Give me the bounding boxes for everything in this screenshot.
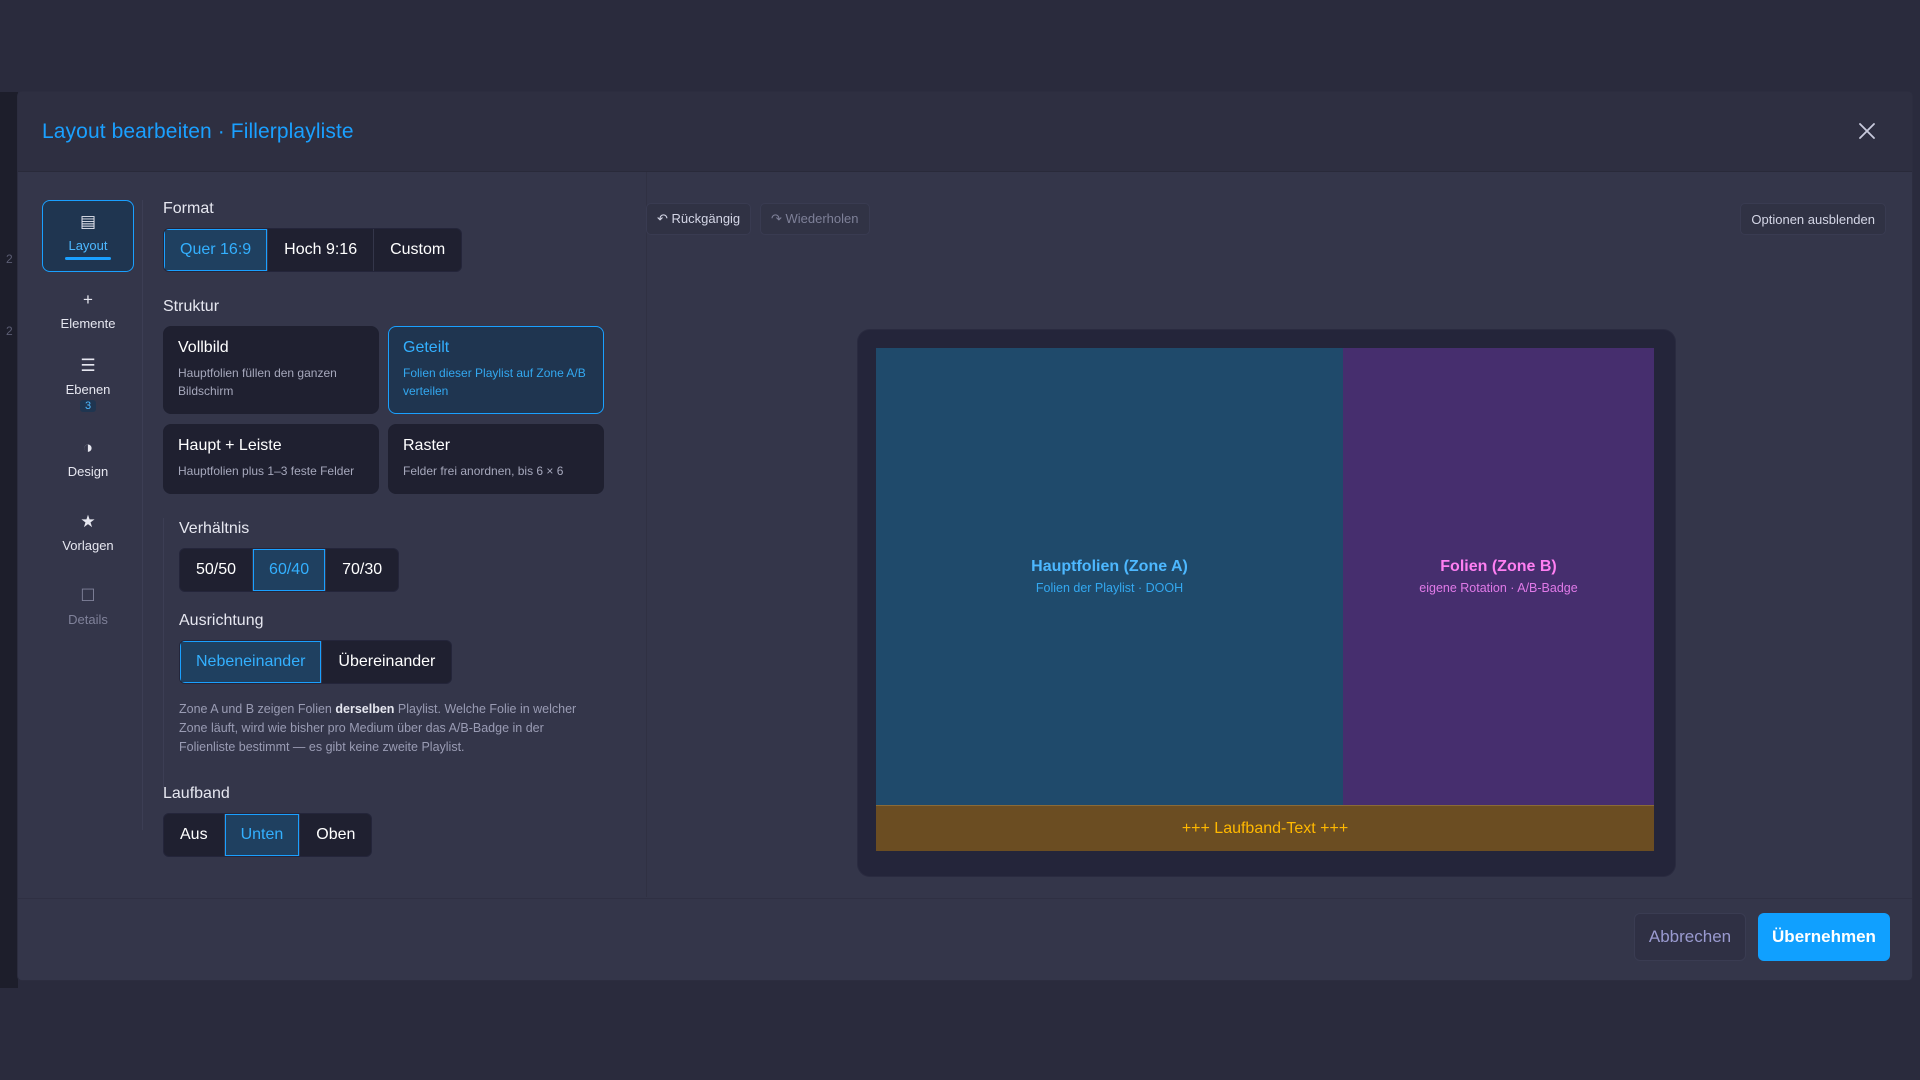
split-hint: Zone A und B zeigen Folien derselben Pla… <box>179 700 599 757</box>
zone-a-preview[interactable]: Hauptfolien (Zone A) Folien der Playlist… <box>876 348 1343 805</box>
orientation-selector: Nebeneinander Übereinander <box>179 640 453 684</box>
card-description: Felder frei anordnen, bis 6 × 6 <box>403 464 564 478</box>
format-selector: Quer 16:9 Hoch 9:16 Custom <box>163 228 463 272</box>
card-title: Vollbild <box>178 339 229 356</box>
ticker-option-bottom[interactable]: Unten <box>224 814 301 856</box>
rail-item-label: Ebenen <box>65 382 111 397</box>
rail-item-elements[interactable]: + Elemente <box>42 274 134 346</box>
side-rail: ▤ Layout + Elemente ☰ Ebenen 3 ◑ Design … <box>42 200 136 644</box>
split-options: Verhältnis 50/50 60/40 70/30 Ausrichtung… <box>163 518 633 788</box>
background-app-strip: 2 2 <box>0 92 18 988</box>
orientation-option-side-by-side[interactable]: Nebeneinander <box>180 641 323 683</box>
structure-cards: Vollbild Hauptfolien füllen den ganzen B… <box>163 326 633 494</box>
hide-options-button[interactable]: Optionen ausblenden <box>1740 203 1886 235</box>
zone-a-title: Hauptfolien (Zone A) <box>1031 558 1188 575</box>
layout-icon: ▤ <box>79 212 97 231</box>
zone-a-subtitle: Folien der Playlist · DOOH <box>1035 581 1184 595</box>
card-description: Folien dieser Playlist auf Zone A/B vert… <box>403 366 586 398</box>
structure-card-main-bar[interactable]: Haupt + Leiste Hauptfolien plus 1–3 fest… <box>163 424 379 494</box>
contrast-icon: ◑ <box>82 437 94 457</box>
structure-card-grid[interactable]: Raster Felder frei anordnen, bis 6 × 6 <box>388 424 604 494</box>
layout-editor-dialog: Layout bearbeiten · Fillerplayliste ▤ La… <box>18 92 1912 980</box>
hint-emphasis: derselben <box>335 702 395 716</box>
dialog-footer: Abbrechen Übernehmen <box>18 898 1912 980</box>
layout-settings: Format Quer 16:9 Hoch 9:16 Custom Strukt… <box>163 200 633 857</box>
rail-item-label: Layout <box>68 238 108 253</box>
ticker-option-off[interactable]: Aus <box>164 814 225 856</box>
structure-card-fullscreen[interactable]: Vollbild Hauptfolien füllen den ganzen B… <box>163 326 379 414</box>
rail-item-label: Design <box>67 463 109 479</box>
zone-b-title: Folien (Zone B) <box>1440 558 1557 575</box>
ratio-option-70-30[interactable]: 70/30 <box>326 549 398 591</box>
ticker-label: Laufband <box>163 785 230 802</box>
zone-b-subtitle: eigene Rotation · A/B-Badge <box>1419 581 1578 595</box>
rail-item-label: Vorlagen <box>62 537 114 553</box>
format-option-custom[interactable]: Custom <box>374 229 461 271</box>
format-option-landscape[interactable]: Quer 16:9 <box>164 229 269 271</box>
layout-preview-frame: Hauptfolien (Zone A) Folien der Playlist… <box>858 330 1675 876</box>
star-icon: ★ <box>80 511 96 531</box>
structure-label: Struktur <box>163 298 220 315</box>
card-title: Haupt + Leiste <box>178 437 282 454</box>
layers-icon: ☰ <box>80 356 96 375</box>
active-indicator <box>65 257 111 260</box>
ratio-label: Verhältnis <box>179 520 250 537</box>
cancel-button[interactable]: Abbrechen <box>1634 913 1746 961</box>
undo-button[interactable]: ↶ Rückgängig <box>646 203 752 235</box>
orientation-label: Ausrichtung <box>179 612 264 629</box>
rail-item-label: Elemente <box>60 315 116 331</box>
redo-button[interactable]: ↷ Wiederholen <box>760 203 870 235</box>
rail-divider <box>142 200 143 830</box>
orientation-option-stacked[interactable]: Übereinander <box>322 641 451 683</box>
ratio-option-50-50[interactable]: 50/50 <box>180 549 254 591</box>
ratio-selector: 50/50 60/40 70/30 <box>179 548 400 592</box>
close-icon <box>1859 123 1875 139</box>
format-option-portrait[interactable]: Hoch 9:16 <box>268 229 375 271</box>
background-overlay <box>0 988 1920 1080</box>
layer-count-badge: 3 <box>79 400 97 412</box>
format-label: Format <box>163 200 214 217</box>
square-icon: ☐ <box>80 585 96 605</box>
ticker-selector: Aus Unten Oben <box>163 813 373 857</box>
rail-item-label: Details <box>68 611 108 627</box>
plus-icon: + <box>83 289 93 309</box>
apply-button[interactable]: Übernehmen <box>1758 913 1890 961</box>
hint-text: Zone A und B zeigen Folien <box>179 702 336 716</box>
card-description: Hauptfolien füllen den ganzen Bildschirm <box>178 366 337 398</box>
ticker-preview[interactable]: +++ Laufband-Text +++ <box>876 805 1654 851</box>
ratio-option-60-40[interactable]: 60/40 <box>253 549 327 591</box>
rail-item-design[interactable]: ◑ Design <box>42 422 134 494</box>
dialog-body: ▤ Layout + Elemente ☰ Ebenen 3 ◑ Design … <box>18 172 1912 897</box>
panel-divider <box>646 172 647 897</box>
background-mark: 2 <box>6 324 13 338</box>
rail-item-templates[interactable]: ★ Vorlagen <box>42 496 134 568</box>
dialog-title: Layout bearbeiten · Fillerplayliste <box>42 119 354 143</box>
zone-b-preview[interactable]: Folien (Zone B) eigene Rotation · A/B-Ba… <box>1343 348 1654 805</box>
card-title: Raster <box>403 437 451 454</box>
card-title: Geteilt <box>403 339 450 356</box>
structure-card-split[interactable]: Geteilt Folien dieser Playlist auf Zone … <box>388 326 604 414</box>
rail-item-layout[interactable]: ▤ Layout <box>42 200 134 272</box>
dialog-header: Layout bearbeiten · Fillerplayliste <box>18 92 1912 172</box>
rail-item-details[interactable]: ☐ Details <box>42 570 134 642</box>
ticker-option-top[interactable]: Oben <box>300 814 371 856</box>
card-description: Hauptfolien plus 1–3 feste Felder <box>178 464 355 478</box>
close-button[interactable] <box>1854 118 1880 144</box>
rail-item-layers[interactable]: ☰ Ebenen 3 <box>42 348 134 420</box>
split-options-guide <box>163 518 164 788</box>
background-mark: 2 <box>6 252 13 266</box>
